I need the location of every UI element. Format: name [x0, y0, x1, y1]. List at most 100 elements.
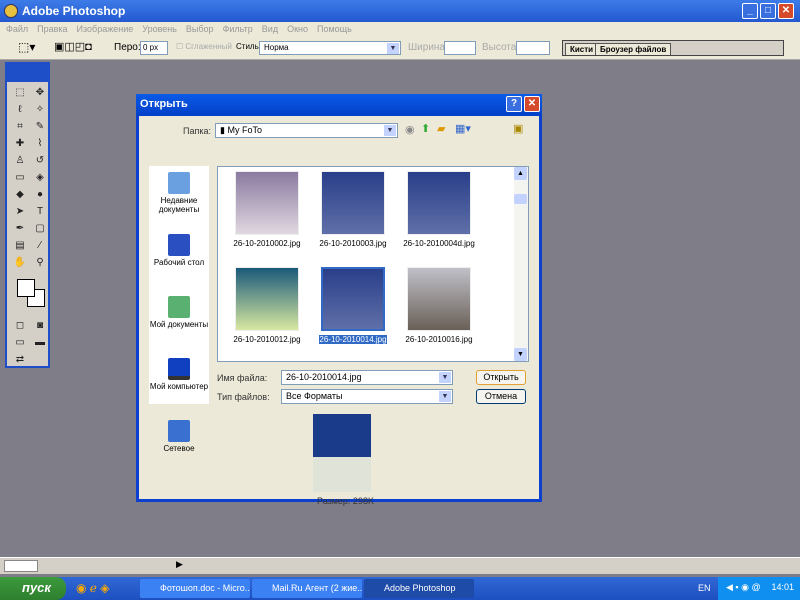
- photo-thumbnail: [321, 267, 385, 331]
- quicklaunch-icons[interactable]: ◉ ℯ ◈: [76, 581, 109, 595]
- fullscreen-mode-icon[interactable]: ▬: [31, 335, 49, 350]
- file-thumbnail[interactable]: 26-10-2010003.jpg: [308, 171, 398, 248]
- language-indicator[interactable]: EN: [698, 583, 711, 593]
- screen-mode-icon[interactable]: ▭: [11, 335, 29, 350]
- stamp-icon[interactable]: ♙: [11, 153, 29, 168]
- task-mailru[interactable]: Mail.Ru Агент (2 жие...: [252, 579, 362, 598]
- menu-file[interactable]: Файл: [6, 22, 28, 36]
- taskbar: пуск ◉ ℯ ◈ Фотошоп.doc - Micro... Mail.R…: [0, 577, 800, 600]
- place-my-documents[interactable]: Мой документы: [149, 290, 209, 352]
- height-input[interactable]: [516, 41, 550, 55]
- file-thumbnail[interactable]: 26-10-2010016.jpg: [394, 267, 484, 344]
- slice-icon[interactable]: ✎: [31, 119, 49, 134]
- start-button[interactable]: пуск: [0, 577, 66, 600]
- filename-value: 26-10-2010014.jpg: [286, 372, 362, 382]
- file-name: 26-10-2010016.jpg: [405, 335, 473, 344]
- crop-icon[interactable]: ⌗: [11, 119, 29, 134]
- photo-thumbnail: [321, 171, 385, 235]
- place-desktop[interactable]: Рабочий стол: [149, 228, 209, 290]
- brush-icon[interactable]: ⌇: [31, 136, 49, 151]
- menu-help[interactable]: Помощь: [317, 22, 352, 36]
- quickmask-mode-icon[interactable]: ◙: [31, 318, 49, 333]
- cancel-button[interactable]: Отмена: [476, 389, 526, 404]
- folder-icon[interactable]: ▣: [513, 122, 523, 135]
- marquee-tool-icon[interactable]: ⬚▾: [18, 40, 35, 54]
- task-word[interactable]: Фотошоп.doc - Micro...: [140, 579, 250, 598]
- antialias-checkbox[interactable]: ☐ Сглаженный: [176, 42, 232, 51]
- foreground-color[interactable]: [17, 279, 35, 297]
- height-label: Высота:: [482, 42, 520, 53]
- eyedropper-icon[interactable]: ⁄: [31, 238, 49, 253]
- healing-icon[interactable]: ✚: [11, 136, 29, 151]
- zoom-field[interactable]: [4, 560, 38, 572]
- pen-icon[interactable]: ✒: [11, 221, 29, 236]
- style-select[interactable]: Норма ▼: [259, 41, 401, 55]
- menu-layer[interactable]: Уровень: [142, 22, 177, 36]
- color-swatches[interactable]: [11, 277, 45, 311]
- menu-image[interactable]: Изображение: [77, 22, 134, 36]
- standard-mode-icon[interactable]: ◻: [11, 318, 29, 333]
- lasso-icon[interactable]: ℓ: [11, 102, 29, 117]
- move-icon[interactable]: ✥: [31, 85, 49, 100]
- view-menu-icon[interactable]: ▦▾: [455, 122, 471, 135]
- menu-edit[interactable]: Правка: [37, 22, 67, 36]
- status-arrow-icon[interactable]: ▶: [176, 559, 183, 570]
- scroll-down-icon[interactable]: ▼: [514, 348, 527, 361]
- place-label: Сетевое: [163, 444, 195, 453]
- new-folder-icon[interactable]: ▰: [437, 122, 445, 135]
- help-button[interactable]: ?: [506, 96, 522, 112]
- file-thumbnail[interactable]: 26-10-2010012.jpg: [222, 267, 312, 344]
- open-button[interactable]: Открыть: [476, 370, 526, 385]
- photo-thumbnail: [235, 171, 299, 235]
- feather-input[interactable]: 0 px: [140, 41, 168, 55]
- file-list-scrollbar[interactable]: ▲ ▼: [514, 167, 528, 361]
- desktop-icon: [168, 234, 190, 256]
- minimize-button[interactable]: _: [742, 3, 758, 19]
- place-my-computer[interactable]: Мой компьютер: [149, 352, 209, 414]
- folder-select[interactable]: ▮ My FoTo ▼: [215, 123, 398, 138]
- shape-icon[interactable]: ▢: [31, 221, 49, 236]
- tray-icons[interactable]: ◀ ▪ ◉ @: [726, 582, 761, 592]
- marquee-icon[interactable]: ⬚: [11, 85, 29, 100]
- scroll-up-icon[interactable]: ▲: [514, 167, 527, 180]
- my-computer-icon: [168, 358, 190, 380]
- place-recent[interactable]: Недавние документы: [149, 166, 209, 228]
- width-label: Ширина:: [408, 42, 448, 53]
- maximize-button[interactable]: □: [760, 3, 776, 19]
- notes-icon[interactable]: ▤: [11, 238, 29, 253]
- selection-mode-icons[interactable]: ▣◫◰◘: [54, 40, 92, 53]
- bucket-icon[interactable]: ◈: [31, 170, 49, 185]
- palette-well: Кисти Броузер файлов: [562, 40, 784, 56]
- scroll-thumb[interactable]: [514, 194, 527, 204]
- hand-icon[interactable]: ✋: [11, 255, 29, 270]
- menu-select[interactable]: Выбор: [186, 22, 214, 36]
- filetype-select[interactable]: Все Форматы ▼: [281, 389, 453, 404]
- history-brush-icon[interactable]: ↺: [31, 153, 49, 168]
- file-thumbnail[interactable]: 26-10-2010004d.jpg: [394, 171, 484, 248]
- file-thumbnail-selected[interactable]: 26-10-2010014.jpg: [308, 267, 398, 344]
- dialog-close-button[interactable]: ✕: [524, 96, 540, 112]
- width-input[interactable]: [444, 41, 476, 55]
- menu-filter[interactable]: Фильтр: [223, 22, 253, 36]
- path-select-icon[interactable]: ➤: [11, 204, 29, 219]
- dodge-icon[interactable]: ●: [31, 187, 49, 202]
- eraser-icon[interactable]: ▭: [11, 170, 29, 185]
- close-button[interactable]: ✕: [778, 3, 794, 19]
- file-thumbnail[interactable]: 26-10-2010002.jpg: [222, 171, 312, 248]
- menu-view[interactable]: Вид: [262, 22, 278, 36]
- magic-wand-icon[interactable]: ✧: [31, 102, 49, 117]
- menu-window[interactable]: Окно: [287, 22, 308, 36]
- place-label: Мой компьютер: [149, 382, 209, 391]
- place-network[interactable]: Сетевое: [149, 414, 209, 460]
- filename-input[interactable]: 26-10-2010014.jpg ▼: [281, 370, 453, 385]
- toolbox-header[interactable]: [7, 64, 48, 82]
- tab-brushes[interactable]: Кисти: [565, 43, 599, 55]
- jump-to-imageready-icon[interactable]: ⇄: [11, 352, 29, 367]
- tab-file-browser[interactable]: Броузер файлов: [595, 43, 672, 55]
- task-photoshop[interactable]: Adobe Photoshop: [364, 579, 474, 598]
- back-icon[interactable]: ◉: [405, 123, 415, 136]
- type-icon[interactable]: T: [31, 204, 49, 219]
- up-folder-icon[interactable]: ⬆: [421, 122, 430, 135]
- zoom-icon[interactable]: ⚲: [31, 255, 49, 270]
- blur-icon[interactable]: ◆: [11, 187, 29, 202]
